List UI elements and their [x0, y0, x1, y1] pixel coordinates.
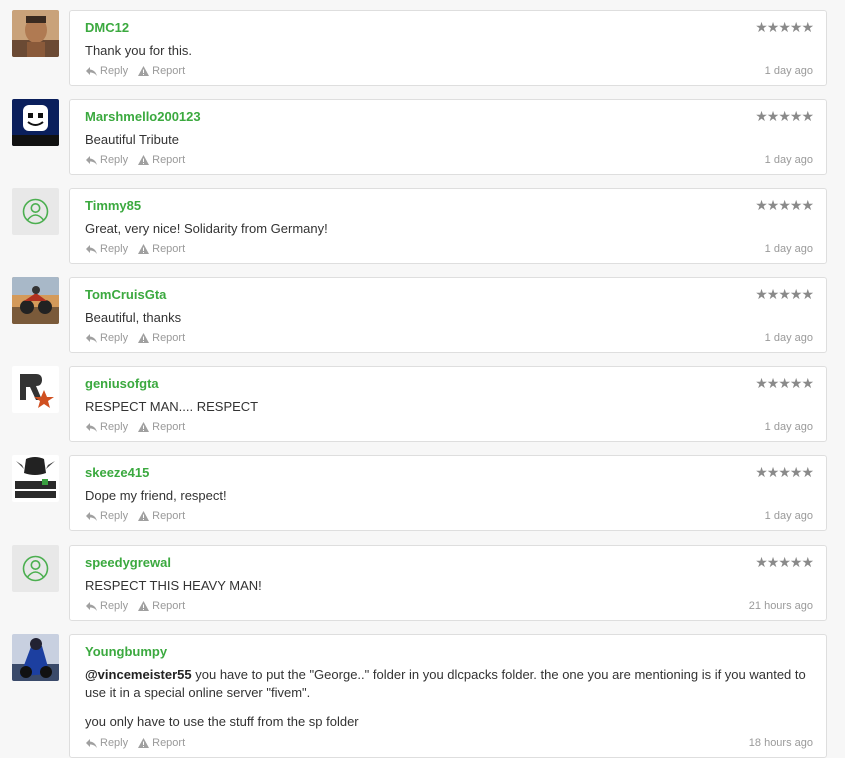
comment-text: @vincemeister55 you have to put the "Geo…	[85, 667, 806, 729]
reply-icon	[86, 333, 97, 343]
user-mention-link[interactable]: @vincemeister55	[85, 667, 192, 682]
comment-text: Beautiful Tribute	[85, 132, 179, 147]
comment-actions: Reply Report	[86, 243, 185, 255]
comment-text: Dope my friend, respect!	[85, 488, 227, 503]
comment-text: Thank you for this.	[85, 43, 192, 58]
comment-text: Beautiful, thanks	[85, 310, 182, 325]
comment-username[interactable]: Timmy85	[85, 198, 141, 213]
report-button[interactable]: Report	[138, 65, 185, 77]
rating-stars: ★★★★★	[755, 108, 814, 124]
warning-icon	[138, 738, 150, 748]
report-button[interactable]: Report	[138, 154, 185, 166]
comment-username[interactable]: Youngbumpy	[85, 644, 167, 659]
comment-actions: Reply Report	[86, 510, 185, 522]
comment-timestamp: 1 day ago	[764, 332, 813, 344]
reply-button[interactable]: Reply	[86, 600, 128, 612]
report-button[interactable]: Report	[138, 421, 185, 433]
report-button[interactable]: Report	[138, 332, 185, 344]
comment-actions: Reply Report	[86, 421, 185, 433]
comment-username[interactable]: skeeze415	[85, 465, 149, 480]
reply-icon	[86, 738, 97, 748]
comment-timestamp: 1 day ago	[764, 154, 813, 166]
default-user-icon[interactable]	[12, 188, 59, 235]
reply-button[interactable]: Reply	[86, 421, 128, 433]
rating-stars: ★★★★★	[755, 464, 814, 480]
warning-icon	[138, 66, 150, 76]
reply-icon	[86, 511, 97, 521]
comment-card: skeeze415 ★★★★★ Dope my friend, respect!…	[69, 455, 827, 531]
comment-card: TomCruisGta ★★★★★ Beautiful, thanks Repl…	[69, 277, 827, 353]
report-button[interactable]: Report	[138, 737, 185, 749]
reply-icon	[86, 601, 97, 611]
comment-timestamp: 18 hours ago	[748, 737, 813, 749]
portrait-avatar[interactable]	[12, 10, 59, 57]
report-button[interactable]: Report	[138, 510, 185, 522]
comment-timestamp: 1 day ago	[764, 65, 813, 77]
comment-text: RESPECT THIS HEAVY MAN!	[85, 578, 262, 593]
reply-button[interactable]: Reply	[86, 737, 128, 749]
comment-username[interactable]: Marshmello200123	[85, 109, 201, 124]
blue-biker-avatar[interactable]	[12, 634, 59, 681]
comment-card: Youngbumpy @vincemeister55 you have to p…	[69, 634, 827, 758]
warning-icon	[138, 333, 150, 343]
comment-actions: Reply Report	[86, 154, 185, 166]
reply-button[interactable]: Reply	[86, 332, 128, 344]
comment-username[interactable]: speedygrewal	[85, 555, 171, 570]
comment-actions: Reply Report	[86, 332, 185, 344]
warning-icon	[138, 155, 150, 165]
comment-card: Marshmello200123 ★★★★★ Beautiful Tribute…	[69, 99, 827, 175]
comment-text: Great, very nice! Solidarity from German…	[85, 221, 328, 236]
comment-actions: Reply Report	[86, 737, 185, 749]
comment-card: Timmy85 ★★★★★ Great, very nice! Solidari…	[69, 188, 827, 264]
comment-card: geniusofgta ★★★★★ RESPECT MAN.... RESPEC…	[69, 366, 827, 442]
rating-stars: ★★★★★	[755, 197, 814, 213]
reply-icon	[86, 422, 97, 432]
rating-stars: ★★★★★	[755, 375, 814, 391]
comment-timestamp: 1 day ago	[764, 421, 813, 433]
comment-timestamp: 1 day ago	[764, 243, 813, 255]
warning-icon	[138, 422, 150, 432]
rockstar-logo-avatar[interactable]	[12, 366, 59, 413]
reply-icon	[86, 155, 97, 165]
games-graphics-avatar[interactable]	[12, 455, 59, 502]
comment-text: RESPECT MAN.... RESPECT	[85, 399, 259, 414]
warning-icon	[138, 511, 150, 521]
report-button[interactable]: Report	[138, 243, 185, 255]
reply-button[interactable]: Reply	[86, 510, 128, 522]
warning-icon	[138, 244, 150, 254]
comment-card: DMC12 ★★★★★ Thank you for this. Reply Re…	[69, 10, 827, 86]
comment-card: speedygrewal ★★★★★ RESPECT THIS HEAVY MA…	[69, 545, 827, 621]
reply-button[interactable]: Reply	[86, 154, 128, 166]
reply-icon	[86, 244, 97, 254]
comment-username[interactable]: TomCruisGta	[85, 287, 166, 302]
comment-actions: Reply Report	[86, 600, 185, 612]
rating-stars: ★★★★★	[755, 554, 814, 570]
comment-username[interactable]: DMC12	[85, 20, 129, 35]
reply-button[interactable]: Reply	[86, 243, 128, 255]
motorbike-avatar[interactable]	[12, 277, 59, 324]
warning-icon	[138, 601, 150, 611]
default-user-icon[interactable]	[12, 545, 59, 592]
marshmello-avatar[interactable]	[12, 99, 59, 146]
rating-stars: ★★★★★	[755, 286, 814, 302]
comment-timestamp: 21 hours ago	[748, 600, 813, 612]
reply-icon	[86, 66, 97, 76]
comment-username[interactable]: geniusofgta	[85, 376, 159, 391]
reply-button[interactable]: Reply	[86, 65, 128, 77]
comment-actions: Reply Report	[86, 65, 185, 77]
report-button[interactable]: Report	[138, 600, 185, 612]
comment-timestamp: 1 day ago	[764, 510, 813, 522]
rating-stars: ★★★★★	[755, 19, 814, 35]
